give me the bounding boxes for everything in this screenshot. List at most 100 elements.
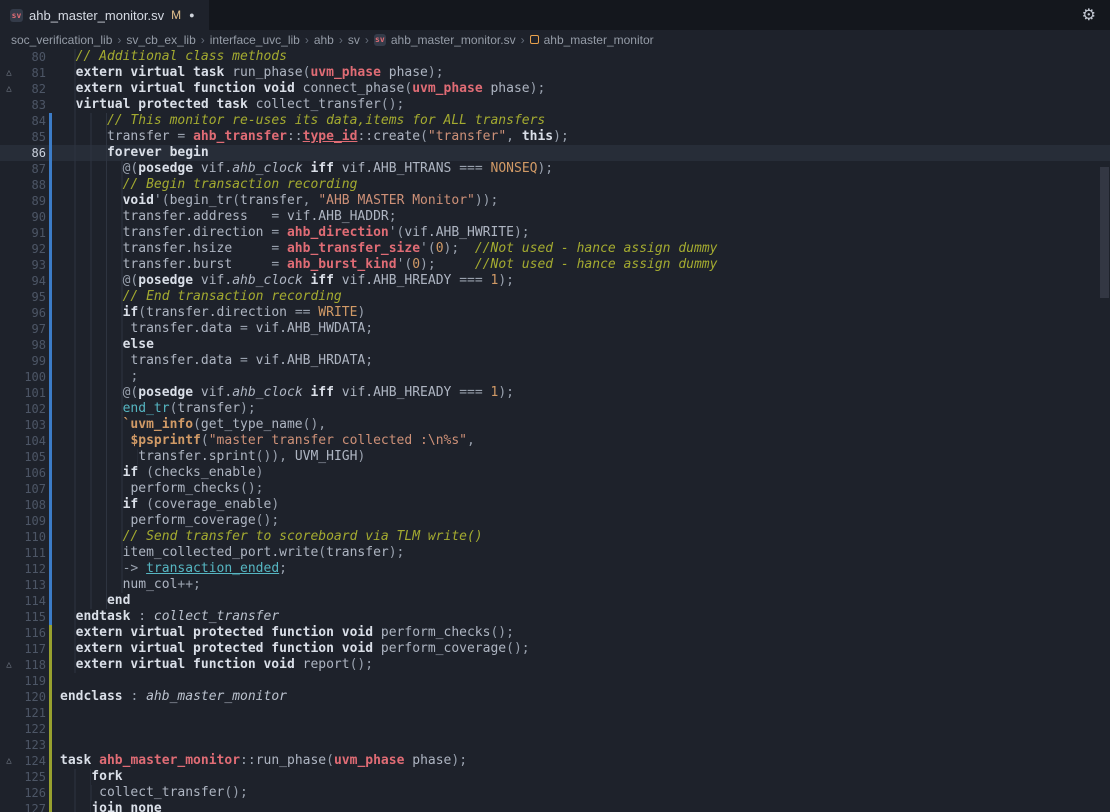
code-line-87[interactable]: 87@(posedge vif.ahb_clock iff vif.AHB_HT… [0,161,1110,177]
breadcrumb-item-sv[interactable]: sv [347,33,361,47]
line-number[interactable]: 86 [18,145,46,161]
line-number[interactable]: 124 [18,753,46,769]
code-line-110[interactable]: 110// Send transfer to scoreboard via TL… [0,529,1110,545]
code-line-82[interactable]: △82extern virtual function void connect_… [0,81,1110,97]
line-number[interactable]: 92 [18,241,46,257]
line-number[interactable]: 117 [18,641,46,657]
code-line-94[interactable]: 94@(posedge vif.ahb_clock iff vif.AHB_HR… [0,273,1110,289]
code-line-106[interactable]: 106if (checks_enable) [0,465,1110,481]
code-line-85[interactable]: 85transfer = ahb_transfer::type_id::crea… [0,129,1110,145]
gear-icon[interactable]: ⚙ [1068,0,1110,30]
code-line-92[interactable]: 92transfer.hsize = ahb_transfer_size'(0)… [0,241,1110,257]
line-number[interactable]: 109 [18,513,46,529]
line-number[interactable]: 105 [18,449,46,465]
code-line-98[interactable]: 98else [0,337,1110,353]
line-number[interactable]: 94 [18,273,46,289]
code-line-120[interactable]: 120endclass : ahb_master_monitor [0,689,1110,705]
line-number[interactable]: 96 [18,305,46,321]
line-number[interactable]: 85 [18,129,46,145]
line-number[interactable]: 103 [18,417,46,433]
line-number[interactable]: 108 [18,497,46,513]
line-number[interactable]: 91 [18,225,46,241]
code-line-97[interactable]: 97transfer.data = vif.AHB_HWDATA; [0,321,1110,337]
line-number[interactable]: 97 [18,321,46,337]
code-line-103[interactable]: 103`uvm_info(get_type_name(), [0,417,1110,433]
code-line-127[interactable]: 127join_none [0,801,1110,812]
code-line-119[interactable]: 119 [0,673,1110,689]
code-line-124[interactable]: △124task ahb_master_monitor::run_phase(u… [0,753,1110,769]
line-number[interactable]: 115 [18,609,46,625]
breadcrumb-item-ahb[interactable]: ahb [313,33,335,47]
code-line-115[interactable]: 115endtask : collect_transfer [0,609,1110,625]
line-number[interactable]: 100 [18,369,46,385]
code-line-126[interactable]: 126collect_transfer(); [0,785,1110,801]
scrollbar-thumb[interactable] [1100,167,1109,298]
code-line-117[interactable]: 117extern virtual protected function voi… [0,641,1110,657]
line-number[interactable]: 82 [18,81,46,97]
code-line-114[interactable]: 114end [0,593,1110,609]
code-line-111[interactable]: 111item_collected_port.write(transfer); [0,545,1110,561]
breadcrumb-item-soc_verification_lib[interactable]: soc_verification_lib [10,33,113,47]
line-number[interactable]: 125 [18,769,46,785]
code-line-90[interactable]: 90transfer.address = vif.AHB_HADDR; [0,209,1110,225]
unsaved-dot-icon[interactable]: ● [189,10,194,20]
code-line-99[interactable]: 99transfer.data = vif.AHB_HRDATA; [0,353,1110,369]
code-line-86[interactable]: 86forever begin [0,145,1110,161]
line-number[interactable]: 102 [18,401,46,417]
breadcrumb-item-sv_cb_ex_lib[interactable]: sv_cb_ex_lib [125,33,196,47]
code-line-122[interactable]: 122 [0,721,1110,737]
line-number[interactable]: 93 [18,257,46,273]
code-line-84[interactable]: 84// This monitor re-uses its data,items… [0,113,1110,129]
line-number[interactable]: 111 [18,545,46,561]
code-line-116[interactable]: 116extern virtual protected function voi… [0,625,1110,641]
line-number[interactable]: 122 [18,721,46,737]
line-number[interactable]: 99 [18,353,46,369]
code-line-95[interactable]: 95// End transaction recording [0,289,1110,305]
line-number[interactable]: 110 [18,529,46,545]
line-number[interactable]: 80 [18,49,46,65]
line-number[interactable]: 127 [18,801,46,812]
line-number[interactable]: 107 [18,481,46,497]
code-line-123[interactable]: 123 [0,737,1110,753]
line-number[interactable]: 101 [18,385,46,401]
line-number[interactable]: 121 [18,705,46,721]
line-number[interactable]: 126 [18,785,46,801]
line-number[interactable]: 118 [18,657,46,673]
code-line-109[interactable]: 109perform_coverage(); [0,513,1110,529]
code-line-118[interactable]: △118extern virtual function void report(… [0,657,1110,673]
code-line-105[interactable]: 105transfer.sprint()), UVM_HIGH) [0,449,1110,465]
code-line-89[interactable]: 89void'(begin_tr(transfer, "AHB MASTER M… [0,193,1110,209]
line-number[interactable]: 88 [18,177,46,193]
code-line-108[interactable]: 108if (coverage_enable) [0,497,1110,513]
line-number[interactable]: 90 [18,209,46,225]
code-line-93[interactable]: 93transfer.burst = ahb_burst_kind'(0); /… [0,257,1110,273]
line-number[interactable]: 119 [18,673,46,689]
code-line-80[interactable]: 80// Additional class methods [0,49,1110,65]
line-number[interactable]: 95 [18,289,46,305]
line-number[interactable]: 83 [18,97,46,113]
code-line-83[interactable]: 83virtual protected task collect_transfe… [0,97,1110,113]
code-line-96[interactable]: 96if(transfer.direction == WRITE) [0,305,1110,321]
code-line-100[interactable]: 100; [0,369,1110,385]
line-number[interactable]: 112 [18,561,46,577]
code-editor[interactable]: 80// Additional class methods△81extern v… [0,49,1110,812]
breadcrumb-item-ahb_master_monitor.sv[interactable]: ahb_master_monitor.sv [373,33,517,47]
line-number[interactable]: 98 [18,337,46,353]
code-line-88[interactable]: 88// Begin transaction recording [0,177,1110,193]
line-number[interactable]: 123 [18,737,46,753]
tab-ahb-master-monitor[interactable]: ahb_master_monitor.sv M ● [0,0,209,30]
line-number[interactable]: 104 [18,433,46,449]
breadcrumb-item-ahb_master_monitor[interactable]: ahb_master_monitor [529,33,655,47]
line-number[interactable]: 114 [18,593,46,609]
code-line-91[interactable]: 91transfer.direction = ahb_direction'(vi… [0,225,1110,241]
code-line-101[interactable]: 101@(posedge vif.ahb_clock iff vif.AHB_H… [0,385,1110,401]
breadcrumb-item-interface_uvc_lib[interactable]: interface_uvc_lib [209,33,301,47]
code-line-104[interactable]: 104$psprintf("master transfer collected … [0,433,1110,449]
line-number[interactable]: 84 [18,113,46,129]
line-number[interactable]: 81 [18,65,46,81]
line-number[interactable]: 120 [18,689,46,705]
code-line-81[interactable]: △81extern virtual task run_phase(uvm_pha… [0,65,1110,81]
line-number[interactable]: 106 [18,465,46,481]
code-line-107[interactable]: 107perform_checks(); [0,481,1110,497]
code-line-113[interactable]: 113num_col++; [0,577,1110,593]
